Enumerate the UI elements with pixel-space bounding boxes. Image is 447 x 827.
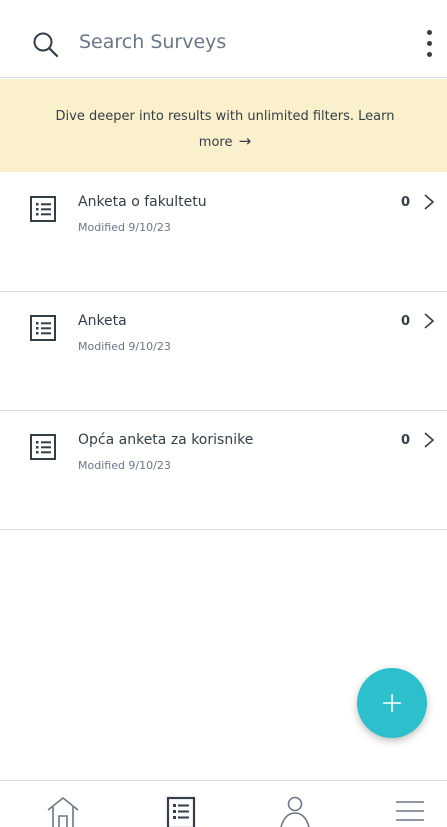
survey-modified-date: Modified 9/10/23 — [78, 221, 171, 234]
survey-list-icon — [30, 434, 56, 460]
survey-title: Opća anketa za korisnike — [78, 432, 254, 448]
survey-list-item[interactable]: Opća anketa za korisnike Modified 9/10/2… — [0, 410, 447, 530]
survey-list-item[interactable]: Anketa o fakultetu Modified 9/10/23 0 — [0, 172, 447, 292]
chevron-right-icon — [424, 194, 435, 210]
more-vertical-icon[interactable] — [420, 28, 440, 60]
upgrade-banner[interactable]: Dive deeper into results with unlimited … — [0, 79, 447, 172]
survey-response-count: 0 — [400, 433, 410, 448]
survey-response-count: 0 — [400, 195, 410, 210]
survey-modified-date: Modified 9/10/23 — [78, 459, 171, 472]
chevron-right-icon — [424, 313, 435, 329]
survey-list-icon[interactable] — [163, 795, 199, 827]
home-icon[interactable] — [45, 795, 81, 827]
survey-list-icon — [30, 196, 56, 222]
search-icon[interactable] — [31, 30, 61, 60]
chevron-right-icon — [424, 432, 435, 448]
arrow-right-icon: → — [238, 132, 252, 150]
create-survey-button[interactable] — [357, 668, 427, 738]
bottom-nav — [0, 780, 447, 827]
search-header — [0, 0, 447, 78]
hamburger-menu-icon[interactable] — [392, 795, 428, 827]
survey-response-count: 0 — [400, 314, 410, 329]
survey-modified-date: Modified 9/10/23 — [78, 340, 171, 353]
survey-title: Anketa — [78, 313, 127, 329]
person-icon[interactable] — [277, 795, 313, 827]
plus-icon — [383, 694, 401, 712]
search-input[interactable] — [79, 25, 379, 59]
survey-title: Anketa o fakultetu — [78, 194, 207, 210]
survey-list-icon — [30, 315, 56, 341]
banner-link[interactable]: Dive deeper into results with unlimited … — [40, 104, 410, 155]
banner-text: Dive deeper into results with unlimited … — [55, 109, 395, 150]
survey-list-item[interactable]: Anketa Modified 9/10/23 0 — [0, 291, 447, 411]
